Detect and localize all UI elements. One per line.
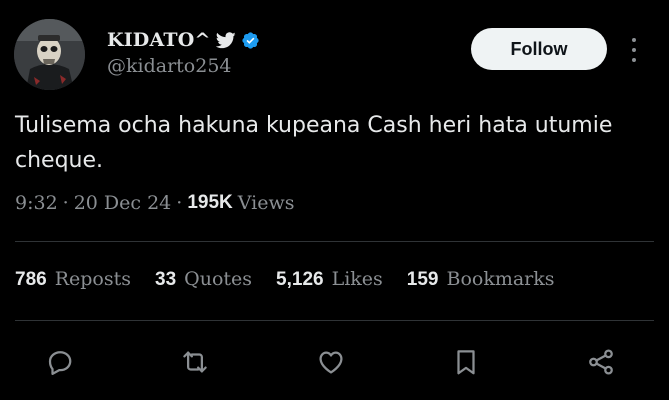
views-count: 195K (187, 192, 233, 213)
more-options-icon[interactable] (626, 38, 642, 62)
divider (15, 241, 654, 242)
stat-count: 159 (406, 269, 439, 290)
stat-count: 33 (155, 269, 177, 290)
verified-icon (241, 31, 260, 50)
bookmark-icon[interactable] (448, 344, 484, 380)
stat-label: Quotes (184, 268, 253, 290)
reply-icon[interactable] (42, 344, 78, 380)
avatar[interactable] (14, 19, 85, 90)
stat-reposts[interactable]: 786 Reposts (15, 268, 131, 291)
stat-count: 5,126 (276, 269, 324, 290)
divider (15, 320, 654, 321)
author-display-name[interactable]: KIDATO^ (107, 29, 211, 51)
separator-dot: · (62, 192, 69, 214)
stat-quotes[interactable]: 33 Quotes (155, 268, 252, 291)
tweet-date[interactable]: 20 Dec 24 (74, 192, 172, 214)
tweet-meta: 9:32 · 20 Dec 24 · 195K Views (15, 192, 294, 214)
share-icon[interactable] (583, 344, 619, 380)
like-icon[interactable] (313, 344, 349, 380)
tweet-text: Tulisema ocha hakuna kupeana Cash heri h… (15, 113, 613, 173)
views-label: Views (237, 192, 295, 214)
stat-count: 786 (15, 269, 47, 290)
stat-bookmarks[interactable]: 159 Bookmarks (407, 268, 555, 291)
stat-label: Reposts (54, 268, 131, 290)
stat-label: Bookmarks (446, 268, 555, 290)
stat-likes[interactable]: 5,126 Likes (276, 268, 383, 291)
repost-icon[interactable] (177, 344, 213, 380)
bird-icon (215, 31, 236, 49)
separator-dot: · (176, 192, 183, 214)
follow-button[interactable]: Follow (471, 28, 607, 70)
engagement-stats: 786 Reposts 33 Quotes 5,126 Likes 159 Bo… (15, 268, 555, 291)
action-bar (0, 344, 669, 384)
tweet-time[interactable]: 9:32 (15, 192, 58, 214)
stat-label: Likes (331, 268, 383, 290)
author-handle[interactable]: @kidarto254 (107, 55, 232, 77)
